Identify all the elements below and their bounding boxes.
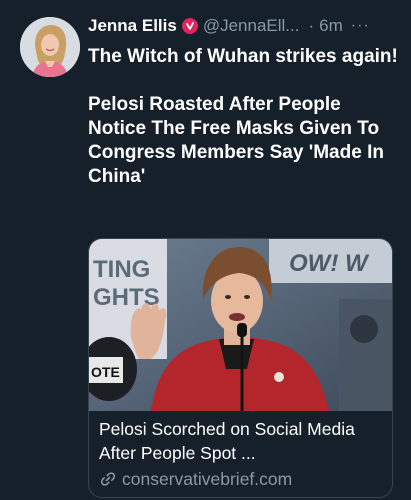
card-title[interactable]: Pelosi Scorched on Social Media After Pe…: [99, 417, 389, 465]
tweet-text-line: Pelosi Roasted After People Notice The F…: [88, 94, 384, 187]
mask-text: OTE: [91, 364, 120, 380]
author-name[interactable]: Jenna Ellis: [88, 16, 177, 36]
avatar[interactable]: [20, 17, 80, 77]
separator-dot: ·: [308, 16, 315, 35]
card-domain: conservativebrief.com: [122, 469, 293, 489]
tweet-text-line: The Witch of Wuhan strikes again!: [88, 46, 398, 67]
tweet[interactable]: Jenna Ellis @JennaEll... · 6m ··· The Wi…: [0, 0, 411, 500]
tweet-header: Jenna Ellis @JennaEll... · 6m ···: [88, 14, 401, 38]
banner-text: OW! W: [289, 250, 370, 277]
card-image[interactable]: TING GHTS OW! W OTE: [89, 239, 392, 411]
card-body[interactable]: Pelosi Scorched on Social Media After Pe…: [99, 417, 389, 491]
author-handle[interactable]: @JennaEll...: [203, 16, 300, 36]
link-icon: [100, 472, 116, 486]
card-link[interactable]: conservativebrief.com: [99, 467, 389, 491]
timestamp[interactable]: 6m: [319, 16, 343, 36]
more-options-icon[interactable]: ···: [351, 17, 370, 35]
link-preview-card[interactable]: TING GHTS OW! W OTE Pelosi Scorched on S…: [88, 238, 393, 498]
tweet-text: The Witch of Wuhan strikes again! Pelosi…: [88, 45, 400, 189]
verified-badge-icon: [181, 18, 198, 34]
sign-text: TING: [93, 256, 150, 283]
